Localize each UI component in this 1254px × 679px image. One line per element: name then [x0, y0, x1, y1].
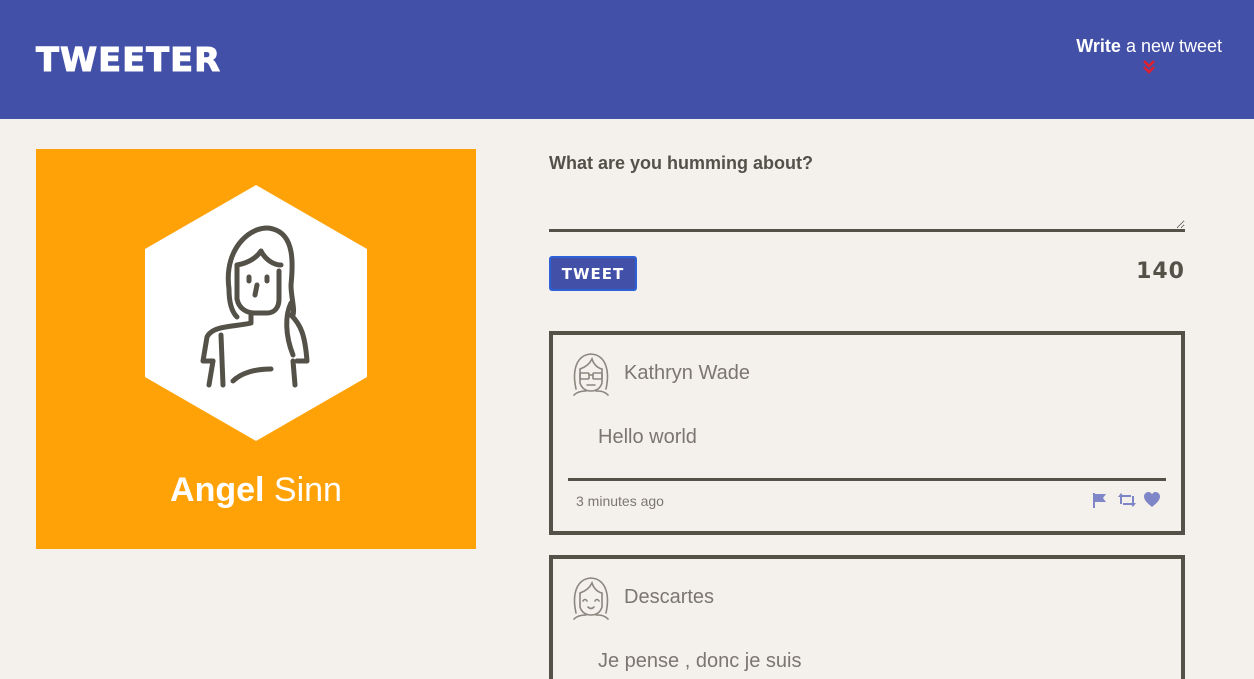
- compose-label: What are you humming about?: [549, 153, 813, 173]
- write-new-tweet-toggle[interactable]: Write a new tweet: [1076, 36, 1222, 75]
- tweet-actions: [1091, 491, 1161, 509]
- write-label-rest: a new tweet: [1120, 36, 1222, 56]
- character-counter: 140: [1136, 259, 1185, 284]
- tweet-content: Hello world: [598, 426, 697, 448]
- brand-logo[interactable]: TWEETER: [35, 40, 221, 80]
- tweet-button[interactable]: TWEET: [549, 256, 637, 291]
- tweet-card: Kathryn Wade Hello world 3 minutes ago: [549, 331, 1185, 535]
- double-chevron-down-icon: [1143, 60, 1156, 74]
- avatar-smile-icon: [573, 577, 609, 620]
- profile-last-name: Sinn: [264, 471, 342, 509]
- profile-first-name: Angel: [170, 471, 265, 509]
- tweet-author: Descartes: [624, 586, 715, 608]
- top-nav: TWEETER Write a new tweet: [0, 0, 1254, 119]
- heart-icon[interactable]: [1143, 491, 1161, 509]
- user-avatar-icon: [145, 185, 367, 441]
- retweet-icon[interactable]: [1117, 491, 1136, 509]
- profile-name: Angel Sinn: [36, 471, 476, 510]
- tweet-timestamp: 3 minutes ago: [576, 493, 664, 509]
- tweet-textarea[interactable]: [549, 183, 1185, 232]
- tweet-content: Je pense , donc je suis: [598, 650, 802, 672]
- tweet-divider: [568, 478, 1166, 481]
- flag-icon[interactable]: [1091, 491, 1109, 509]
- profile-card: Angel Sinn: [36, 149, 476, 549]
- avatar-glasses-icon: [573, 353, 609, 396]
- tweet-card: Descartes Je pense , donc je suis: [549, 555, 1185, 679]
- write-label-bold: Write: [1076, 36, 1121, 56]
- tweet-author: Kathryn Wade: [624, 362, 750, 384]
